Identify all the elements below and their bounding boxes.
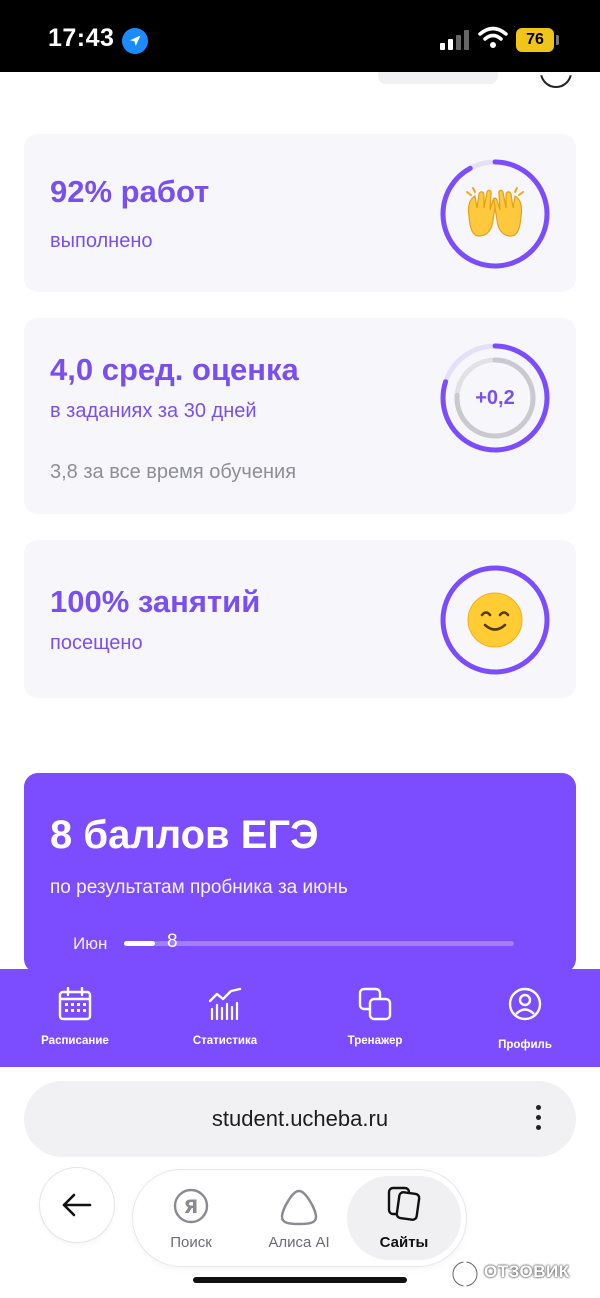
grade-title: 4,0 сред. оценка bbox=[50, 352, 299, 387]
grade-subtitle: в заданиях за 30 дней bbox=[50, 400, 257, 422]
yandex-search-icon: Я bbox=[173, 1188, 209, 1224]
otzovik-logo-icon bbox=[451, 1260, 479, 1288]
tab-trainer-label: Тренажер bbox=[347, 1035, 403, 1047]
works-title: 92% работ bbox=[50, 174, 210, 209]
lessons-card: 100% занятий посещено bbox=[24, 540, 576, 698]
ege-subtitle: по результатам пробника за июнь bbox=[50, 877, 348, 898]
status-bar: 17:43 76 bbox=[0, 0, 600, 72]
watermark: ОТЗОВИК bbox=[450, 1258, 595, 1288]
tab-schedule[interactable]: Расписание bbox=[0, 969, 150, 1067]
app-tab-bar: Расписание Статистика Тренажер Профиль bbox=[0, 969, 600, 1067]
browser-nav: Я Поиск Алиса AI Сайты bbox=[133, 1170, 466, 1266]
tab-statistics[interactable]: Статистика bbox=[150, 969, 300, 1067]
grade-progress-ring: +0,2 bbox=[439, 342, 551, 454]
browser-url-bar[interactable]: student.ucheba.ru bbox=[24, 1081, 576, 1157]
wifi-icon bbox=[478, 26, 508, 48]
home-indicator bbox=[193, 1277, 407, 1283]
grade-delta: +0,2 bbox=[475, 386, 515, 409]
nav-search[interactable]: Я Поиск bbox=[139, 1170, 243, 1266]
status-time: 17:43 bbox=[48, 24, 115, 52]
ege-title: 8 баллов ЕГЭ bbox=[50, 813, 319, 857]
battery-tip bbox=[556, 35, 559, 45]
ege-score-bar bbox=[124, 941, 514, 946]
ege-month-label: Июн bbox=[73, 934, 108, 953]
sites-icon bbox=[387, 1186, 421, 1221]
header-remnant bbox=[378, 72, 498, 84]
svg-text:Я: Я bbox=[184, 1196, 199, 1218]
ege-score-fill bbox=[124, 941, 156, 946]
watermark-text: ОТЗОВИК bbox=[484, 1262, 570, 1281]
url-text: student.ucheba.ru bbox=[211, 1106, 389, 1131]
works-card: 92% работ выполнено bbox=[24, 134, 576, 292]
works-progress-ring bbox=[439, 158, 551, 270]
tab-schedule-label: Расписание bbox=[41, 1035, 109, 1047]
battery-icon: 76 bbox=[516, 28, 554, 52]
back-button[interactable] bbox=[40, 1168, 114, 1242]
cards-icon bbox=[358, 987, 392, 1021]
signal-icon bbox=[440, 30, 469, 50]
more-options-icon[interactable] bbox=[524, 1105, 552, 1135]
arrow-left-icon bbox=[62, 1193, 92, 1217]
lessons-progress-ring bbox=[439, 564, 551, 676]
tab-profile-label: Профиль bbox=[498, 1039, 552, 1051]
nav-search-label: Поиск bbox=[170, 1234, 212, 1251]
nav-alice-label: Алиса AI bbox=[268, 1234, 330, 1251]
grade-card: 4,0 сред. оценка в заданиях за 30 дней 3… bbox=[24, 318, 576, 514]
lessons-subtitle: посещено bbox=[50, 632, 143, 654]
ege-score-value: 8 bbox=[167, 931, 178, 952]
tab-statistics-label: Статистика bbox=[192, 1035, 258, 1047]
chart-icon bbox=[208, 987, 242, 1021]
grade-overall-note: 3,8 за все время обучения bbox=[50, 461, 297, 483]
tab-profile[interactable]: Профиль bbox=[450, 969, 600, 1067]
nav-sites[interactable]: Сайты bbox=[347, 1176, 461, 1260]
nav-sites-label: Сайты bbox=[379, 1234, 429, 1251]
profile-icon bbox=[508, 987, 542, 1021]
works-subtitle: выполнено bbox=[50, 230, 153, 252]
smiling-face-emoji-icon bbox=[439, 564, 551, 676]
tab-trainer[interactable]: Тренажер bbox=[300, 969, 450, 1067]
lessons-title: 100% занятий bbox=[50, 584, 261, 619]
raising-hands-emoji-icon bbox=[439, 158, 551, 270]
nav-alice[interactable]: Алиса AI bbox=[247, 1170, 351, 1266]
ege-score-card[interactable]: 8 баллов ЕГЭ по результатам пробника за … bbox=[24, 773, 576, 973]
location-icon bbox=[122, 28, 148, 54]
alice-icon bbox=[280, 1189, 318, 1226]
calendar-icon bbox=[58, 987, 92, 1021]
